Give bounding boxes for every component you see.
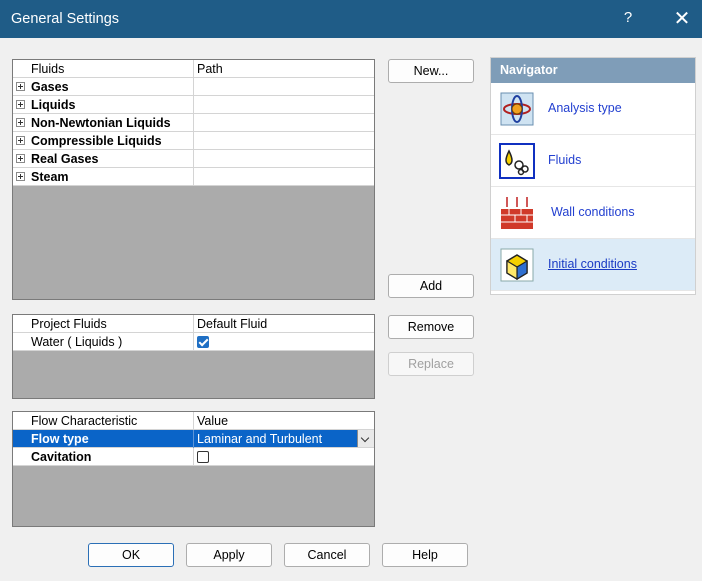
help-icon[interactable]: ? (616, 9, 640, 29)
fluids-icon (499, 143, 535, 179)
navigator-panel: Navigator Analysis type Fluids Wall cond… (490, 57, 696, 295)
column-header-project-fluids: Project Fluids (31, 317, 107, 331)
ok-button[interactable]: OK (88, 543, 174, 567)
wall-conditions-icon (501, 197, 533, 229)
nav-item-initial-conditions[interactable]: Initial conditions (491, 239, 695, 291)
table-row[interactable]: Non-Newtonian Liquids (13, 114, 374, 132)
expand-icon[interactable] (16, 82, 25, 91)
fluid-group-label: Gases (31, 80, 69, 94)
column-header-default-fluid: Default Fluid (197, 317, 268, 331)
cancel-button[interactable]: Cancel (284, 543, 370, 567)
flow-type-label: Flow type (31, 432, 89, 446)
table-row[interactable]: Liquids (13, 96, 374, 114)
cavitation-checkbox[interactable] (197, 451, 209, 463)
fluids-table: Fluids Path Gases Liquids Non-Newtonian … (12, 59, 375, 300)
nav-item-label: Analysis type (548, 101, 622, 115)
flow-characteristic-table: Flow Characteristic Value Flow type Lami… (12, 411, 375, 527)
default-fluid-checkbox[interactable] (197, 336, 209, 348)
expand-icon[interactable] (16, 136, 25, 145)
expand-icon[interactable] (16, 118, 25, 127)
column-header-value: Value (197, 414, 229, 428)
table-row-selected[interactable]: Flow type Laminar and Turbulent (13, 430, 374, 448)
column-header-path: Path (197, 62, 223, 76)
nav-item-fluids[interactable]: Fluids (491, 135, 695, 187)
table-header: Fluids Path (13, 60, 374, 78)
table-row[interactable]: Compressible Liquids (13, 132, 374, 150)
nav-item-label: Fluids (548, 153, 582, 167)
remove-button[interactable]: Remove (388, 315, 474, 339)
expand-icon[interactable] (16, 154, 25, 163)
nav-item-wall-conditions[interactable]: Wall conditions (491, 187, 695, 239)
initial-conditions-icon (500, 248, 534, 282)
nav-item-analysis-type[interactable]: Analysis type (491, 83, 695, 135)
cavitation-label: Cavitation (31, 450, 92, 464)
window-title: General Settings (11, 11, 120, 27)
chevron-down-icon[interactable] (357, 430, 374, 447)
table-row[interactable]: Cavitation (13, 448, 374, 466)
fluid-group-label: Real Gases (31, 152, 99, 166)
apply-button[interactable]: Apply (186, 543, 272, 567)
fluid-group-label: Liquids (31, 98, 76, 112)
titlebar: General Settings ? ✕ (0, 0, 702, 38)
fluid-group-label: Steam (31, 170, 69, 184)
column-header-flow-characteristic: Flow Characteristic (31, 414, 138, 428)
table-row[interactable]: Water ( Liquids ) (13, 333, 374, 351)
add-button[interactable]: Add (388, 274, 474, 298)
project-fluids-table: Project Fluids Default Fluid Water ( Liq… (12, 314, 375, 399)
analysis-type-icon (500, 92, 534, 126)
table-header: Flow Characteristic Value (13, 412, 374, 430)
column-header-fluids: Fluids (31, 62, 65, 76)
new-button[interactable]: New... (388, 59, 474, 83)
dialog-body: Fluids Path Gases Liquids Non-Newtonian … (1, 38, 701, 580)
close-icon[interactable]: ✕ (670, 7, 694, 31)
nav-item-label: Initial conditions (548, 257, 637, 271)
table-header: Project Fluids Default Fluid (13, 315, 374, 333)
help-button[interactable]: Help (382, 543, 468, 567)
table-row[interactable]: Gases (13, 78, 374, 96)
expand-icon[interactable] (16, 172, 25, 181)
replace-button[interactable]: Replace (388, 352, 474, 376)
fluid-group-label: Compressible Liquids (31, 134, 162, 148)
fluid-group-label: Non-Newtonian Liquids (31, 116, 171, 130)
project-fluid-label: Water ( Liquids ) (31, 335, 123, 349)
expand-icon[interactable] (16, 100, 25, 109)
table-row[interactable]: Real Gases (13, 150, 374, 168)
navigator-title: Navigator (491, 58, 695, 83)
table-row[interactable]: Steam (13, 168, 374, 186)
flow-type-select[interactable]: Laminar and Turbulent (197, 430, 322, 448)
nav-item-label: Wall conditions (551, 205, 635, 219)
